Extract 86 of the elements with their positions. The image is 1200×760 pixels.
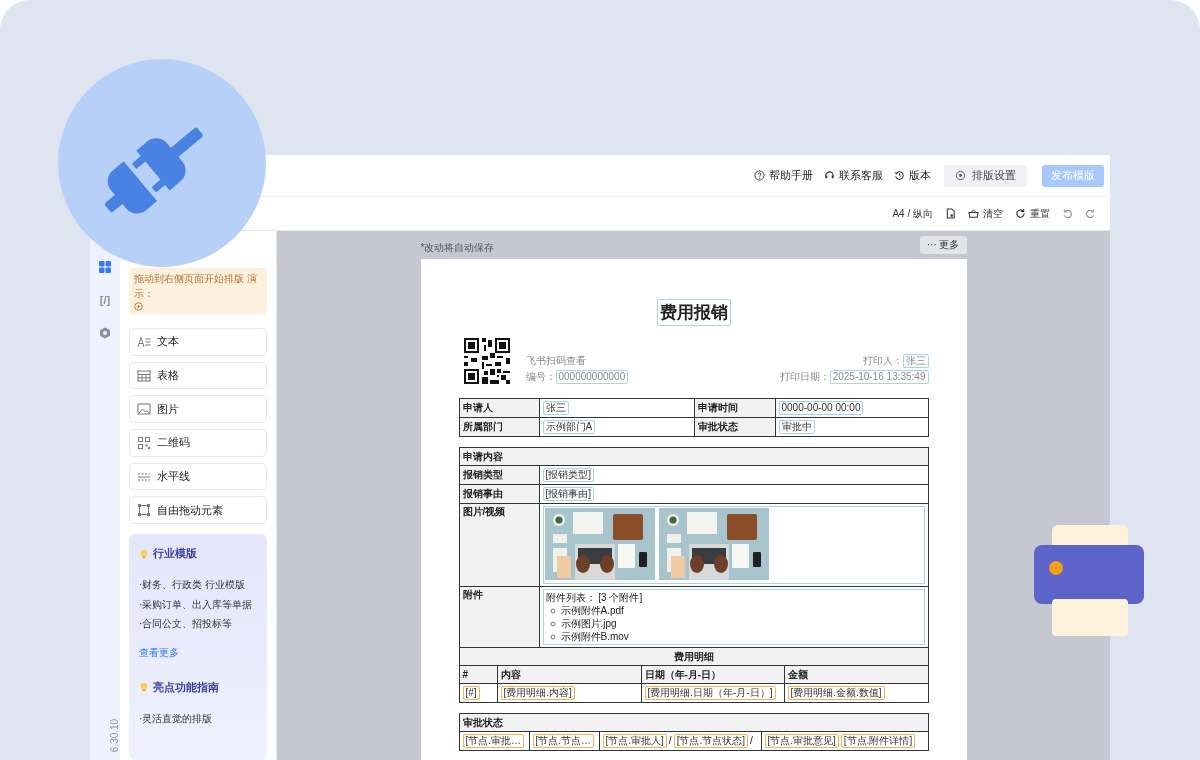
separator-text: / xyxy=(668,735,672,747)
header-link[interactable]: 联系客服 xyxy=(824,168,883,183)
serial-field[interactable]: 000000000000 xyxy=(555,370,629,384)
print-date-label: 打印日期： xyxy=(779,370,830,384)
image-icon xyxy=(137,403,151,416)
guide-item: ·采购订单、出入库等单据 xyxy=(139,597,254,612)
value-field[interactable]: [报销类型] xyxy=(542,468,595,482)
guide-item: ·财务、行政类 行业模版 xyxy=(139,578,247,593)
value-field[interactable]: 张三 xyxy=(542,401,569,415)
component-item[interactable]: 二维码 xyxy=(129,429,267,457)
placeholder-field[interactable]: [费用明细.内容] xyxy=(500,686,575,700)
tip-text: 拖动到右侧页面开始排版 演示： xyxy=(134,272,258,301)
table-cell: 申请人 xyxy=(459,398,539,418)
value-field[interactable]: 示例部门A xyxy=(542,420,596,434)
header-link[interactable]: 版本 xyxy=(894,168,931,183)
bullet-icon xyxy=(549,620,556,627)
component-item[interactable]: 文本 xyxy=(129,328,267,356)
section-header: 审批状态 xyxy=(459,713,928,732)
attachment-name[interactable]: 示例图片.jpg xyxy=(560,617,617,630)
autosave-note: *改动将自动保存 xyxy=(420,241,495,255)
value-field[interactable]: [报销事由] xyxy=(542,487,595,501)
redo-icon[interactable] xyxy=(1085,208,1096,219)
settings-icon xyxy=(955,170,966,181)
component-item[interactable]: 图片 xyxy=(129,395,267,423)
serial-label: 编号： xyxy=(525,370,556,384)
lightbulb-icon xyxy=(139,548,149,559)
more-button[interactable]: ··· 更多 xyxy=(919,236,967,254)
hexagon-icon xyxy=(99,327,111,339)
table-cell: 附件 xyxy=(459,586,539,648)
version-label: 6.30.10 xyxy=(109,718,121,753)
separator-text: / xyxy=(749,735,753,747)
bullet-icon xyxy=(549,633,556,640)
dashed-lines-icon xyxy=(137,470,151,483)
drag-frame-icon xyxy=(137,504,151,517)
scan-caption: 飞书扫码查看 xyxy=(525,354,587,368)
table-icon xyxy=(137,369,151,382)
table-cell: 图片/视频 xyxy=(459,503,539,587)
component-item[interactable]: 表格 xyxy=(129,361,267,390)
grid-icon xyxy=(99,261,111,273)
value-field[interactable]: 0000-00-00 00:00 xyxy=(778,401,864,415)
placeholder-field[interactable]: [节点.审批… xyxy=(462,734,525,748)
see-more-link[interactable]: 查看更多 xyxy=(139,645,179,660)
page-size-label[interactable]: A4 / 纵向 xyxy=(892,206,933,221)
attachment-name[interactable]: 示例附件A.pdf xyxy=(560,604,624,617)
header-link[interactable]: 帮助手册 xyxy=(754,168,813,183)
reset-button[interactable]: 重置 xyxy=(1015,206,1050,221)
placeholder-field[interactable]: [节点.审批人] xyxy=(602,734,667,748)
rail-tab[interactable] xyxy=(96,258,114,276)
printer-field[interactable]: 张三 xyxy=(902,354,929,368)
text-icon xyxy=(137,335,151,348)
placeholder-field[interactable]: [节点.节点… xyxy=(532,734,595,748)
history-icon xyxy=(894,170,905,181)
guide-item: ·合同公文、招投标等 xyxy=(139,617,234,632)
layout-settings-button[interactable]: 排版设置 xyxy=(944,164,1027,187)
guide-title: 亮点功能指南 xyxy=(153,679,219,695)
document-title[interactable]: 费用报销 xyxy=(656,299,731,326)
qr-code xyxy=(463,338,510,384)
refresh-icon xyxy=(1015,208,1026,219)
placeholder-field[interactable]: [节点.附件详情] xyxy=(840,734,916,748)
print-date-field[interactable]: 2025-10-16 13:35:49 xyxy=(829,370,929,384)
placeholder-field[interactable]: [#] xyxy=(462,686,480,700)
guide-title: 行业模版 xyxy=(153,546,197,562)
clear-button[interactable]: 清空 xyxy=(968,206,1003,221)
placeholder-field[interactable]: [费用明细.金额.数值] xyxy=(787,686,885,700)
bullet-icon xyxy=(549,607,556,614)
qr-code-icon xyxy=(137,436,151,449)
guide-item: ·灵活直觉的排版 xyxy=(139,711,214,726)
placeholder-field[interactable]: [节点.审批意见] xyxy=(764,734,839,748)
lightbulb-icon xyxy=(139,682,149,693)
section-header: 申请内容 xyxy=(459,447,928,466)
help-icon xyxy=(754,170,765,181)
component-item[interactable]: 水平线 xyxy=(129,462,267,491)
attachment-name[interactable]: 示例附件B.mov xyxy=(560,630,629,643)
placeholder-field[interactable]: [节点.节点状态] xyxy=(673,734,748,748)
file-icon[interactable] xyxy=(945,208,956,219)
printer-label: 打印人： xyxy=(862,354,903,368)
placeholder-field[interactable]: [费用明细.日期（年-月-日）] xyxy=(644,686,776,700)
attachment-heading: 附件列表： [3 个附件] xyxy=(545,591,644,604)
headset-icon xyxy=(824,170,835,181)
section-header: 费用明细 xyxy=(459,647,928,666)
value-field[interactable]: 审批中 xyxy=(778,420,815,434)
table-cell: 申请时间 xyxy=(694,398,775,418)
component-item[interactable]: 自由拖动元素 xyxy=(129,496,267,525)
play-icon[interactable] xyxy=(134,302,143,311)
basket-icon xyxy=(968,208,979,219)
undo-icon[interactable] xyxy=(1062,208,1073,219)
